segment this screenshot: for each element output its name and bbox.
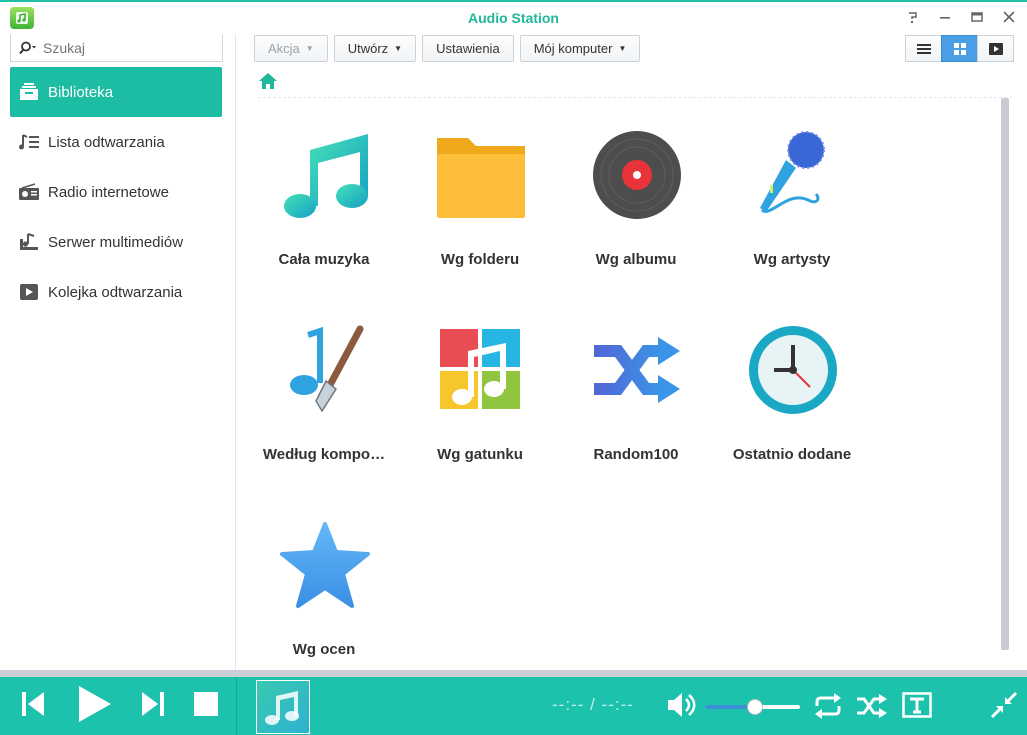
tile-label: Ostatnio dodane <box>732 446 852 463</box>
search-box[interactable] <box>10 34 223 62</box>
repeat-icon[interactable] <box>812 692 844 725</box>
sidebar: Biblioteka Lista odtwarzania Radio inter… <box>0 34 236 670</box>
tile-label: Wg artysty <box>753 251 831 268</box>
next-icon[interactable] <box>140 689 166 724</box>
help-icon[interactable] <box>905 9 921 25</box>
tile-label: Według kompo… <box>262 446 386 463</box>
search-input[interactable] <box>43 39 203 56</box>
chevron-down-icon: ▼ <box>394 44 403 53</box>
tile-recently-added[interactable]: Ostatnio dodane <box>714 305 870 480</box>
sidebar-nav: Biblioteka Lista odtwarzania Radio inter… <box>10 67 222 317</box>
sidebar-item-play-queue[interactable]: Kolejka odtwarzania <box>10 267 222 317</box>
play-queue-icon <box>18 282 40 302</box>
tile-by-rating[interactable]: Wg ocen <box>246 500 402 675</box>
tile-label: Random100 <box>593 446 679 463</box>
genre-tiles-icon <box>440 329 520 409</box>
volume-slider[interactable] <box>705 699 800 715</box>
tile-by-artist[interactable]: Wg artysty <box>714 110 870 285</box>
volume-icon[interactable] <box>666 691 696 724</box>
toolbar: Akcja ▼ Utwórz ▼ Ustawienia Mój komputer ▼ <box>254 35 641 62</box>
settings-button[interactable]: Ustawienia <box>422 35 514 62</box>
sidebar-item-label: Serwer multimediów <box>48 233 184 251</box>
tile-label: Cała muzyka <box>278 251 370 268</box>
tile-by-genre[interactable]: Wg gatunku <box>402 305 558 480</box>
sidebar-item-playlist[interactable]: Lista odtwarzania <box>10 117 222 167</box>
shuffle-icon[interactable] <box>856 692 888 725</box>
sidebar-item-media-server[interactable]: Serwer multimediów <box>10 217 222 267</box>
media-server-icon <box>18 232 40 252</box>
breadcrumb <box>258 72 1012 98</box>
lyrics-icon[interactable] <box>902 692 932 723</box>
library-icon <box>18 82 40 102</box>
tile-label: Wg gatunku <box>437 446 523 463</box>
close-icon[interactable] <box>1001 9 1017 25</box>
home-icon[interactable] <box>258 72 278 90</box>
tile-by-composer[interactable]: Według kompo… <box>246 305 402 480</box>
view-mode-switcher <box>905 35 1014 62</box>
vinyl-record-icon <box>593 131 681 219</box>
window-title: Audio Station <box>468 10 559 26</box>
create-button[interactable]: Utwórz ▼ <box>333 35 417 62</box>
title-bar: Audio Station <box>0 0 1027 34</box>
search-icon[interactable] <box>19 40 37 56</box>
my-computer-button[interactable]: Mój komputer ▼ <box>519 35 641 62</box>
playlist-icon <box>18 132 40 152</box>
grid-view-icon[interactable] <box>941 35 978 62</box>
shuffle-icon <box>594 337 680 403</box>
clock-icon <box>749 326 837 414</box>
tile-by-album[interactable]: Wg albumu <box>558 110 714 285</box>
tile-random100[interactable]: Random100 <box>558 305 714 480</box>
sidebar-item-label: Lista odtwarzania <box>48 133 165 151</box>
player-divider <box>236 677 237 735</box>
scrollbar[interactable] <box>1001 98 1009 650</box>
player-bar: --:-- / --:-- <box>0 670 1027 735</box>
music-note-icon <box>284 134 368 218</box>
star-icon <box>280 522 370 608</box>
microphone-icon <box>760 131 825 213</box>
audio-station-window: Audio Station Szukaj Biblioteka Lista od… <box>0 0 1027 735</box>
maximize-icon[interactable] <box>969 9 985 25</box>
time-display: --:-- / --:-- <box>552 695 634 714</box>
sidebar-item-library[interactable]: Biblioteka <box>10 67 222 117</box>
sidebar-item-radio[interactable]: Radio internetowe <box>10 167 222 217</box>
previous-icon[interactable] <box>20 689 46 724</box>
tile-label: Wg folderu <box>440 251 520 268</box>
list-view-icon[interactable] <box>905 35 942 62</box>
volume-knob[interactable] <box>747 699 764 715</box>
chevron-down-icon: ▼ <box>618 44 627 53</box>
composer-brush-icon <box>290 325 364 413</box>
play-view-icon[interactable] <box>977 35 1014 62</box>
collapse-icon[interactable] <box>990 691 1018 724</box>
chevron-down-icon: ▼ <box>305 44 314 53</box>
folder-icon <box>437 138 525 218</box>
sidebar-item-label: Biblioteka <box>48 83 114 101</box>
tile-all-music[interactable]: Cała muzyka <box>246 110 402 285</box>
library-grid: Cała muzyka Wg folderu Wg albumu Wg arty… <box>246 110 996 670</box>
stop-icon[interactable] <box>193 691 219 722</box>
tile-by-folder[interactable]: Wg folderu <box>402 110 558 285</box>
play-icon[interactable] <box>76 684 114 729</box>
tile-label: Wg ocen <box>292 641 356 658</box>
minimize-icon[interactable] <box>937 9 953 25</box>
tile-label: Wg albumu <box>595 251 677 268</box>
music-note-icon <box>265 691 299 725</box>
sidebar-item-label: Radio internetowe <box>48 183 169 201</box>
album-cover[interactable] <box>256 680 310 734</box>
sidebar-item-label: Kolejka odtwarzania <box>48 283 183 301</box>
radio-icon <box>18 182 40 202</box>
action-button[interactable]: Akcja ▼ <box>254 35 328 62</box>
